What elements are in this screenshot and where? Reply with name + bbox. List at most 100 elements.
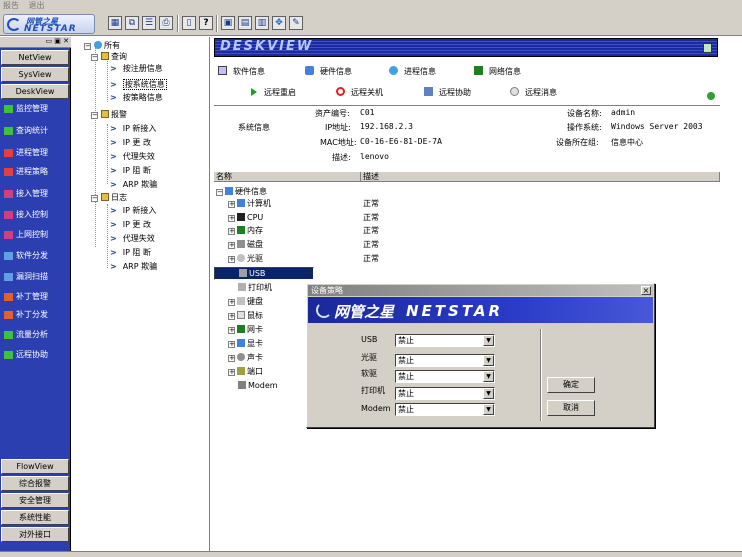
tree-alarm-proxy[interactable]: > 代理失效 xyxy=(110,152,155,162)
nav-item-patch-dist[interactable]: 补丁分发 xyxy=(2,308,70,322)
tree-alarm-arp[interactable]: > ARP 欺骗 xyxy=(110,180,157,190)
layout-icon[interactable]: ▥ xyxy=(255,16,269,30)
right-margin xyxy=(720,58,742,551)
nav-sysview[interactable]: SysView xyxy=(1,67,69,82)
col-desc[interactable]: 描述 xyxy=(361,172,720,182)
dialog-titlebar[interactable]: 设备策略 xyxy=(308,285,653,296)
list-view-icon[interactable]: ☰ xyxy=(142,16,156,30)
nav-item-remote[interactable]: 远程协助 xyxy=(2,348,70,362)
deskview-status-icon[interactable] xyxy=(703,43,712,53)
tree-query[interactable]: − 查询 xyxy=(91,52,127,62)
cdrom-label: 光驱 xyxy=(361,353,377,362)
chevron-down-icon[interactable]: ▼ xyxy=(483,355,494,366)
tree-log-proxy[interactable]: > 代理失效 xyxy=(110,234,155,244)
hardware-info-icon xyxy=(305,66,314,75)
tree-alarm-new[interactable]: > IP 新接入 xyxy=(110,124,156,134)
nav-netview[interactable]: NetView xyxy=(1,50,69,65)
save-icon[interactable]: ▣ xyxy=(221,16,235,30)
tree-query-reg[interactable]: > 按注册信息 xyxy=(110,64,163,74)
nav-security[interactable]: 安全管理 xyxy=(1,493,69,508)
computer-icon xyxy=(237,199,245,207)
patch-dist-icon xyxy=(4,311,13,319)
group-label: 设备所在组: xyxy=(556,138,599,147)
tree-alarm[interactable]: − 报警 xyxy=(91,110,127,120)
chevron-down-icon[interactable]: ▼ xyxy=(483,335,494,346)
refresh-icon[interactable] xyxy=(707,92,715,100)
usb-select[interactable]: 禁止 ▼ xyxy=(395,334,495,347)
cdrom-select[interactable]: 禁止 ▼ xyxy=(395,354,495,367)
modem-label: Modem xyxy=(361,404,391,413)
btn-remote-message[interactable]: 远程消息 xyxy=(510,87,557,98)
tree-alarm-block[interactable]: > IP 阻 断 xyxy=(110,166,151,176)
nav-item-query[interactable]: 查询统计 xyxy=(2,124,70,138)
tree-alarm-change[interactable]: > IP 更 改 xyxy=(110,138,151,148)
nav-item-access[interactable]: 接入管理 xyxy=(2,187,70,201)
web-control-icon xyxy=(4,231,13,239)
tree-root[interactable]: − 所有 xyxy=(84,41,120,51)
nav-flowview[interactable]: FlowView xyxy=(1,459,69,474)
modem-select[interactable]: 禁止 ▼ xyxy=(395,403,495,416)
document-icon[interactable]: ▯ xyxy=(182,16,196,30)
mouse-icon xyxy=(237,311,245,319)
tree-log-change[interactable]: > IP 更 改 xyxy=(110,220,151,230)
tab-network[interactable]: 网络信息 xyxy=(474,66,521,77)
help-icon[interactable]: ? xyxy=(199,16,213,30)
table-row[interactable]: + 内存 正常 xyxy=(214,224,720,237)
tree-query-sys[interactable]: > 按系统信息 xyxy=(110,79,167,90)
folder-icon xyxy=(101,110,109,118)
print-icon[interactable]: ⎙ xyxy=(159,16,173,30)
tree-log[interactable]: − 日志 xyxy=(91,193,127,203)
window-icon[interactable]: ▤ xyxy=(238,16,252,30)
banner-cn: 网管之星 xyxy=(334,303,395,321)
menu-report[interactable]: 报告 xyxy=(3,1,19,10)
access-control-icon xyxy=(4,211,13,219)
nav-item-monitor[interactable]: 监控管理 xyxy=(2,102,70,116)
floppy-select[interactable]: 禁止 ▼ xyxy=(395,370,495,383)
ok-button[interactable]: 确定 xyxy=(547,377,595,393)
btn-remote-restart[interactable]: 远程重启 xyxy=(251,87,296,98)
copy-icon[interactable]: ⧉ xyxy=(125,16,139,30)
menu-exit[interactable]: 退出 xyxy=(29,1,45,10)
nav-item-web-control[interactable]: 上网控制 xyxy=(2,228,70,242)
tree-log-arp[interactable]: > ARP 欺骗 xyxy=(110,262,157,272)
nav-item-software[interactable]: 软件分发 xyxy=(2,249,70,263)
table-row[interactable]: + 磁盘 正常 xyxy=(214,238,720,251)
nav-interface[interactable]: 对外接口 xyxy=(1,527,69,542)
chevron-down-icon[interactable]: ▼ xyxy=(483,404,494,415)
chevron-down-icon[interactable]: ▼ xyxy=(483,388,494,399)
tab-hardware[interactable]: 硬件信息 xyxy=(305,66,352,77)
network-info-icon xyxy=(474,66,483,75)
tree-log-block[interactable]: > IP 阻 断 xyxy=(110,248,151,258)
btn-remote-assist[interactable]: 远程协助 xyxy=(424,87,471,98)
printer-select[interactable]: 禁止 ▼ xyxy=(395,387,495,400)
mac-value: C0-16-E6-81-DE-7A xyxy=(360,137,442,146)
chevron-down-icon[interactable]: ▼ xyxy=(483,371,494,382)
table-row[interactable]: + 计算机 正常 xyxy=(214,197,720,210)
tab-software[interactable]: 软件信息 xyxy=(218,66,265,77)
menu-bar: 报告 退出 xyxy=(0,0,742,12)
grid-view-icon[interactable]: ▦ xyxy=(108,16,122,30)
tool-icon[interactable]: ✎ xyxy=(289,16,303,30)
table-row[interactable]: + CPU 正常 xyxy=(214,211,720,224)
nav-deskview[interactable]: DeskView xyxy=(1,84,69,99)
nav-item-process-policy[interactable]: 进程策略 xyxy=(2,165,70,179)
table-row-selected[interactable]: USB正常 xyxy=(214,267,372,289)
col-name[interactable]: 名称 xyxy=(214,172,361,182)
nav-item-traffic[interactable]: 流量分析 xyxy=(2,328,70,342)
nav-alarm[interactable]: 综合报警 xyxy=(1,476,69,491)
nav-item-vuln-scan[interactable]: 漏洞扫描 xyxy=(2,270,70,284)
nav-performance[interactable]: 系统性能 xyxy=(1,510,69,525)
nav-item-process[interactable]: 进程管理 xyxy=(2,146,70,160)
tree-query-policy[interactable]: > 按策略信息 xyxy=(110,93,163,103)
nav-item-patch[interactable]: 补丁管理 xyxy=(2,290,70,304)
tree-log-new[interactable]: > IP 新接入 xyxy=(110,206,156,216)
tab-process[interactable]: 进程信息 xyxy=(389,66,436,77)
table-row[interactable]: + 光驱 正常 xyxy=(214,252,720,265)
move-icon[interactable]: ✥ xyxy=(272,16,286,30)
close-icon[interactable]: × xyxy=(641,286,651,295)
cancel-button[interactable]: 取消 xyxy=(547,400,595,416)
group-value: 信息中心 xyxy=(611,138,643,147)
dialog-divider xyxy=(540,329,542,421)
btn-remote-shutdown[interactable]: 远程关机 xyxy=(336,87,383,98)
nav-item-access-control[interactable]: 接入控制 xyxy=(2,208,70,222)
